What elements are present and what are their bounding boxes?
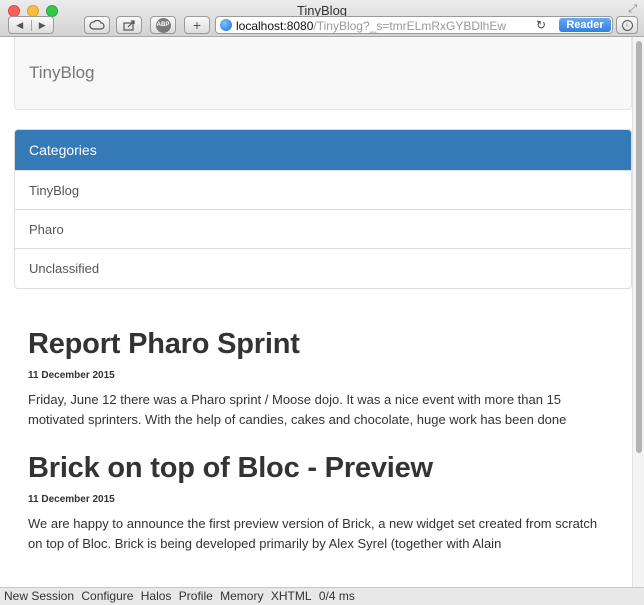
new-session-link[interactable]: New Session — [4, 589, 74, 603]
profile-link[interactable]: Profile — [179, 589, 213, 603]
adblock-button[interactable]: ABP — [150, 16, 176, 34]
adblock-icon: ABP — [155, 17, 171, 33]
share-button[interactable] — [116, 16, 142, 34]
share-icon — [122, 19, 135, 31]
category-item-pharo[interactable]: Pharo — [15, 209, 631, 248]
render-timing: 0/4 ms — [318, 589, 355, 603]
configure-link[interactable]: Configure — [81, 589, 133, 603]
back-arrow-icon[interactable]: ◀ — [9, 20, 31, 31]
page-viewport[interactable]: TinyBlog Categories TinyBlog Pharo Uncla… — [0, 37, 644, 587]
post-body: Friday, June 12 there was a Pharo sprint… — [28, 392, 567, 427]
url-host: localhost:8080 — [236, 19, 314, 33]
forward-arrow-icon[interactable]: ▶ — [30, 19, 54, 31]
vertical-scrollbar[interactable] — [632, 37, 644, 587]
post-title: Brick on top of Bloc - Preview — [28, 452, 433, 484]
post-date: 11 December 2015 — [28, 494, 115, 505]
halos-link[interactable]: Halos — [141, 589, 172, 603]
xhtml-link[interactable]: XHTML — [271, 589, 312, 603]
url-path: /TinyBlog?_s=tmrELmRxGYBDlhEw — [313, 19, 507, 33]
categories-panel: Categories TinyBlog Pharo Unclassified — [14, 129, 632, 289]
reader-button[interactable]: Reader — [559, 18, 611, 32]
brand-link[interactable]: TinyBlog — [29, 63, 95, 83]
post-body: We are happy to announce the first previ… — [28, 516, 598, 551]
seaside-dev-toolbar: New Session Configure Halos Profile Memo… — [0, 587, 644, 605]
scrollbar-thumb[interactable] — [636, 41, 642, 453]
icloud-tabs-button[interactable] — [84, 16, 110, 34]
category-item-unclassified[interactable]: Unclassified — [15, 248, 631, 287]
cloud-icon — [89, 20, 105, 30]
blog-post: Report Pharo Sprint 11 December 2015 Fri… — [28, 327, 613, 430]
address-bar[interactable]: localhost:8080/TinyBlog?_s=tmrELmRxGYBDl… — [215, 16, 613, 34]
download-icon: ↓ — [621, 19, 633, 31]
globe-icon — [220, 19, 232, 31]
window-titlebar: TinyBlog ⤢ ◀ ▶ ABP + localhost:8080/Tiny… — [0, 0, 644, 37]
categories-heading: Categories — [15, 130, 631, 170]
category-item-tinyblog[interactable]: TinyBlog — [15, 170, 631, 209]
post-date: 11 December 2015 — [28, 370, 115, 381]
blog-post: Brick on top of Bloc - Preview 11 Decemb… — [28, 451, 613, 554]
navbar: TinyBlog — [14, 37, 632, 110]
browser-toolbar: ◀ ▶ ABP + localhost:8080/TinyBlog?_s=tmr… — [0, 16, 644, 36]
url-text[interactable]: localhost:8080/TinyBlog?_s=tmrELmRxGYBDl… — [236, 19, 531, 33]
downloads-button[interactable]: ↓ — [616, 16, 638, 34]
post-title: Report Pharo Sprint — [28, 328, 300, 360]
reload-icon[interactable]: ↻ — [536, 18, 546, 32]
memory-link[interactable]: Memory — [220, 589, 263, 603]
back-forward-buttons: ◀ ▶ — [8, 16, 54, 34]
fullscreen-icon[interactable]: ⤢ — [628, 3, 637, 16]
new-tab-button[interactable]: + — [184, 16, 210, 34]
